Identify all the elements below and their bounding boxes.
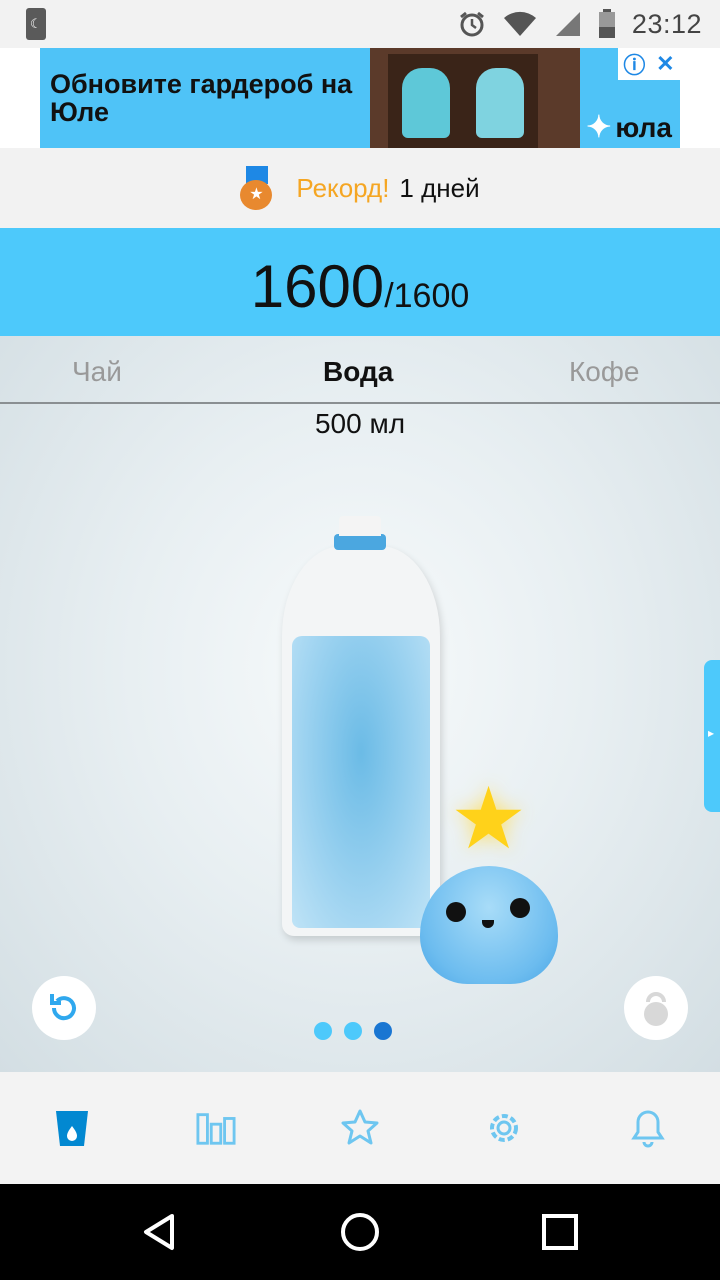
intake-current: 1600 <box>250 253 385 320</box>
record-row: ★ Рекорд! 1 дней <box>0 148 720 228</box>
drink-volume: 500 мл <box>314 408 406 439</box>
system-nav-bar <box>0 1184 720 1280</box>
side-drawer-handle[interactable]: ▸ <box>704 660 720 812</box>
status-icons: 23:12 <box>458 0 702 48</box>
ad-banner[interactable]: Обновите гардероб на Юле ✦ юла ⓘ ✕ <box>40 48 680 148</box>
ad-brand-label: юла <box>615 112 672 143</box>
nav-settings[interactable] <box>484 1108 524 1148</box>
undo-icon <box>50 994 76 1021</box>
page-dot[interactable] <box>314 1022 332 1040</box>
record-value: 1 дней <box>399 172 480 203</box>
tab-tea[interactable]: Чай <box>72 356 122 388</box>
drink-panel: Чай Вода Кофе 500 мл ★ ▸ <box>0 336 720 1072</box>
clock-text: 23:12 <box>631 8 702 39</box>
page-indicator <box>314 1022 392 1040</box>
nav-stats[interactable] <box>196 1108 236 1148</box>
tab-coffee[interactable]: Кофе <box>569 356 640 388</box>
stats-icon <box>196 1113 236 1145</box>
close-icon[interactable]: ✕ <box>656 51 674 77</box>
page-dot-active[interactable] <box>374 1022 392 1040</box>
status-bar: ☾ 23:12 <box>0 0 720 48</box>
bell-icon <box>631 1110 665 1148</box>
ad-controls: ⓘ ✕ <box>618 48 680 80</box>
ad-text: Обновите гардероб на Юле <box>50 69 353 127</box>
intake-counter: 1600 /1600 <box>0 228 720 336</box>
page-dot[interactable] <box>344 1022 362 1040</box>
home-icon[interactable] <box>336 1208 384 1256</box>
star-outline-icon <box>341 1109 379 1145</box>
signal-icon <box>555 12 580 36</box>
water-bottle[interactable] <box>276 516 446 936</box>
battery-icon <box>598 9 615 38</box>
tab-water[interactable]: Вода <box>323 356 393 388</box>
drink-tabs: Чай Вода Кофе <box>0 336 720 404</box>
settings-icon <box>490 1114 518 1142</box>
nav-cup[interactable] <box>52 1108 92 1148</box>
intake-goal: /1600 <box>384 277 470 315</box>
sparkle-icon: ✦ <box>586 111 612 144</box>
wifi-icon <box>503 11 536 36</box>
alarm-icon <box>459 11 484 37</box>
water-fill <box>292 636 430 928</box>
medal-icon: ★ <box>240 166 274 210</box>
cup-icon <box>56 1111 88 1146</box>
kettlebell-icon <box>644 992 668 1026</box>
ad-brand: ✦ юла <box>586 110 672 145</box>
star-icon: ★ <box>450 771 528 867</box>
kettlebell-button[interactable] <box>624 976 688 1040</box>
info-icon[interactable]: ⓘ <box>623 48 645 80</box>
back-icon[interactable] <box>136 1208 184 1256</box>
record-label: Рекорд! <box>296 172 390 203</box>
nav-reminders[interactable] <box>628 1108 668 1148</box>
notification-icon: ☾ <box>26 8 46 40</box>
undo-button[interactable] <box>32 976 96 1040</box>
bottom-nav <box>0 1072 720 1184</box>
nav-achievements[interactable] <box>340 1108 380 1148</box>
ad-image <box>370 48 580 148</box>
recents-icon[interactable] <box>536 1208 584 1256</box>
